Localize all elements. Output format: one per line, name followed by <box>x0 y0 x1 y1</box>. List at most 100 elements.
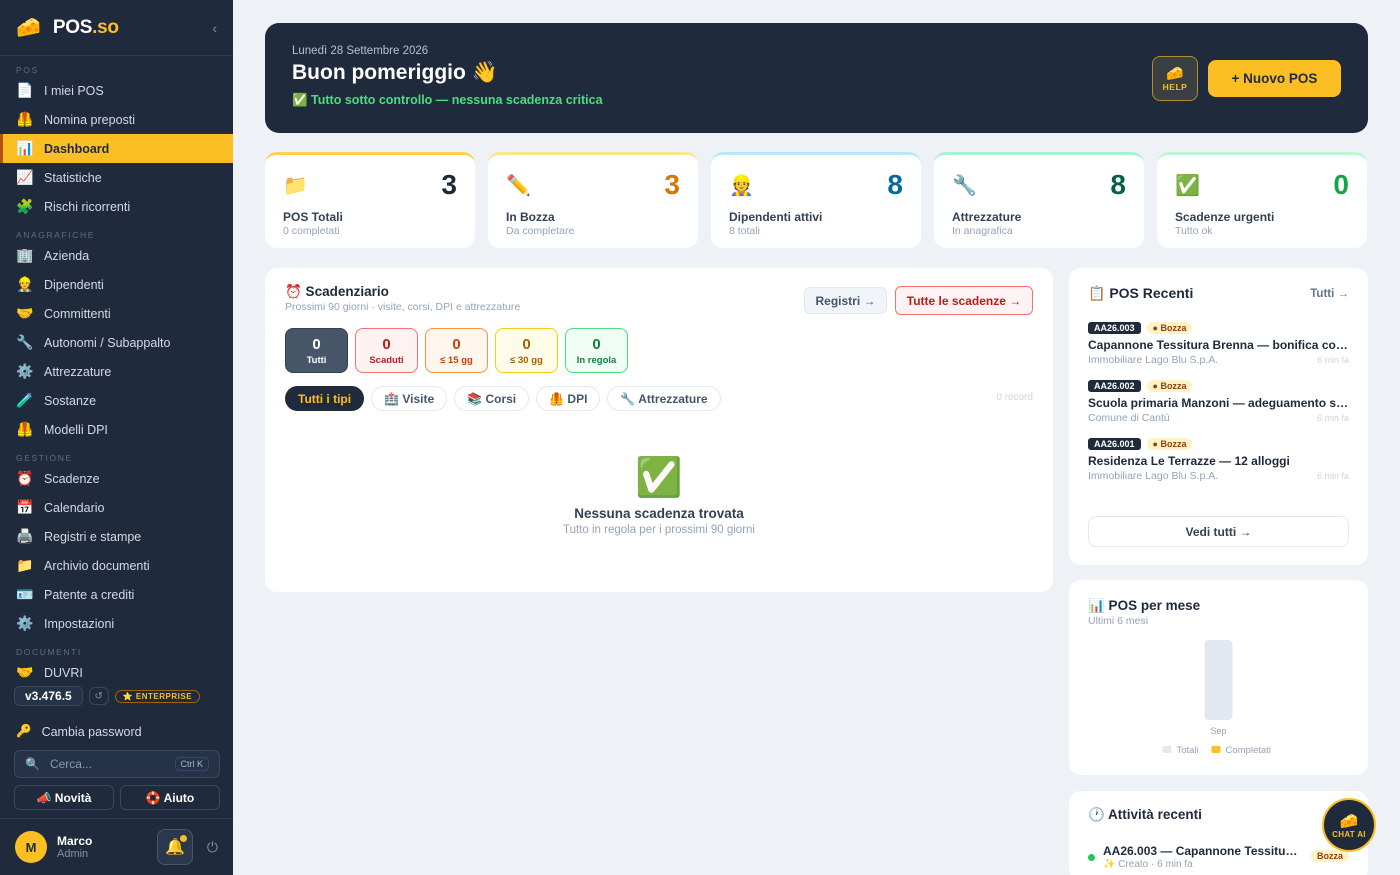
pos-per-month-chart: Sep Totali Completati <box>1162 640 1271 756</box>
notifications-button[interactable]: 🔔 <box>156 829 193 865</box>
brand-header: 🧀 POS.so ‹ <box>0 0 233 56</box>
sidebar-item-rischi-ricorrenti[interactable]: 🧩 Rischi ricorrenti <box>0 192 233 221</box>
check-icon: ✅ <box>635 457 683 499</box>
sidebar-item-dipendenti[interactable]: 👷 Dipendenti <box>0 270 233 299</box>
stat-icon: 🔧 <box>952 175 977 197</box>
recent-item-time: 6 min fa <box>1316 413 1349 423</box>
help-button[interactable]: 🛟 Aiuto <box>120 785 220 810</box>
recent-list: AA26.003 ● Bozza Capannone Tessitura Brenn… <box>1088 322 1349 482</box>
type-chip[interactable]: 🦺 DPI <box>536 386 601 411</box>
sidebar-item-dashboard[interactable]: 📊 Dashboard <box>0 134 233 163</box>
status-badge: ● Bozza <box>1146 380 1193 392</box>
legend-label-totali: Totali <box>1177 745 1199 756</box>
logout-icon[interactable]: ⏻ <box>207 839 218 856</box>
stat-value: 0 <box>1333 169 1349 200</box>
pos-per-month-card: 📊 POS per mese Ultimi 6 mesi Sep Totali Co… <box>1069 580 1368 775</box>
all-deadlines-button[interactable]: Tutte le scadenze → <box>895 286 1033 315</box>
stat-card[interactable]: ✏️ 3 In Bozza Da completare <box>488 152 698 248</box>
recent-pos-item[interactable]: AA26.003 ● Bozza Capannone Tessitura Brenn… <box>1088 322 1349 366</box>
news-button[interactable]: 📣 Novità <box>14 785 114 810</box>
status-badge: ● Bozza <box>1146 322 1193 334</box>
recent-item-client: Immobiliare Lago Blu S.p.A. <box>1088 354 1219 366</box>
pos-code-badge: AA26.001 <box>1088 438 1141 450</box>
new-pos-button[interactable]: + Nuovo POS <box>1208 60 1341 97</box>
registri-e-stampe-icon: 🖨️ <box>16 528 34 544</box>
stat-card[interactable]: 📁 3 POS Totali 0 completati <box>265 152 475 248</box>
stat-value: 8 <box>1110 169 1126 200</box>
sidebar-item-nomina-preposti[interactable]: 🦺 Nomina preposti <box>0 105 233 134</box>
user-role: Admin <box>57 848 89 860</box>
status-badge: ● Bozza <box>1146 438 1193 450</box>
change-password-link[interactable]: 🔑 Cambia password <box>16 724 142 739</box>
stat-icon: 👷 <box>729 175 754 197</box>
sidebar-item-azienda[interactable]: 🏢 Azienda <box>0 241 233 270</box>
brand-name[interactable]: POS.so <box>53 17 119 39</box>
sidebar-item-impostazioni[interactable]: ⚙️ Impostazioni <box>0 609 233 638</box>
sidebar-item-modelli-dpi[interactable]: 🦺 Modelli DPI <box>0 415 233 444</box>
registri-button[interactable]: Registri → <box>804 287 887 314</box>
recent-pos-item[interactable]: AA26.002 ● Bozza Scuola primaria Manzoni —… <box>1088 380 1349 424</box>
filter-button[interactable]: 0 Scaduti <box>355 328 418 373</box>
stat-card[interactable]: 🔧 8 Attrezzature In anagrafica <box>934 152 1144 248</box>
stat-card[interactable]: ✅ 0 Scadenze urgenti Tutto ok <box>1157 152 1367 248</box>
recent-pos-item[interactable]: AA26.001 ● Bozza Residenza Le Terrazze — 1… <box>1088 438 1349 482</box>
recent-tags: AA26.003 ● Bozza <box>1088 322 1349 334</box>
type-chip[interactable]: Tutti i tipi <box>285 386 365 411</box>
type-chip[interactable]: 🔧 Attrezzature <box>607 386 721 411</box>
recent-item-time: 6 min fa <box>1316 471 1349 481</box>
recent-item-title: Scuola primaria Manzoni — adeguamento si… <box>1088 396 1349 410</box>
sidebar-item-calendario[interactable]: 📅 Calendario <box>0 493 233 522</box>
filter-button[interactable]: 0 In regola <box>565 328 628 373</box>
enterprise-badge: ⭐ ENTERPRISE <box>114 689 201 703</box>
empty-title: Nessuna scadenza trovata <box>574 506 744 521</box>
legend-swatch-completati <box>1211 746 1221 753</box>
activity-item[interactable]: AA26.003 — Capannone Tessitura Brenna ✨ … <box>1088 844 1349 870</box>
sidebar-item-archivio-documenti[interactable]: 📁 Archivio documenti <box>0 551 233 580</box>
stat-label: In Bozza <box>506 210 555 224</box>
filter-button[interactable]: 0 ≤ 15 gg <box>425 328 488 373</box>
sidebar-item-sostanze[interactable]: 🧪 Sostanze <box>0 386 233 415</box>
help-button-hero[interactable]: 🧀 HELP <box>1152 56 1198 101</box>
sidebar-item-scadenze[interactable]: ⏰ Scadenze <box>0 464 233 493</box>
collapse-sidebar-icon[interactable]: ‹ <box>212 20 217 36</box>
sidebar-item-patente-a-crediti[interactable]: 🪪 Patente a crediti <box>0 580 233 609</box>
filter-button[interactable]: 0 Tutti <box>285 328 348 373</box>
type-chip[interactable]: 🏥 Visite <box>371 386 448 411</box>
nomina-preposti-icon: 🦺 <box>16 111 34 127</box>
legend-swatch-totali <box>1162 746 1172 753</box>
recent-item-client: Comune di Cantù <box>1088 412 1170 424</box>
change-password-label: Cambia password <box>41 724 142 739</box>
recent-pos-card: 📋 POS Recenti Tutti → AA26.003 ● Bozza Cap… <box>1069 268 1368 565</box>
sidebar-item-autonomi-subappalto[interactable]: 🔧 Autonomi / Subappalto <box>0 328 233 357</box>
sidebar-item-duvri[interactable]: 🤝 DUVRI <box>0 658 233 687</box>
nav-section-label: ANAGRAFICHE <box>16 230 95 240</box>
view-all-button[interactable]: Vedi tutti → <box>1088 516 1349 547</box>
user-name: Marco <box>57 834 93 848</box>
sidebar-item-attrezzature[interactable]: ⚙️ Attrezzature <box>0 357 233 386</box>
refresh-icon[interactable]: ↺ <box>88 687 109 705</box>
chat-ai-button[interactable]: 🧀 CHAT AI <box>1322 798 1376 852</box>
chart-subtitle: Ultimi 6 mesi <box>1088 615 1149 627</box>
impostazioni-icon: ⚙️ <box>16 615 34 631</box>
type-chip[interactable]: 📚 Corsi <box>454 386 530 411</box>
search-placeholder: Cerca... <box>49 757 92 771</box>
sidebar-item-statistiche[interactable]: 📈 Statistiche <box>0 163 233 192</box>
rischi-ricorrenti-icon: 🧩 <box>16 198 34 214</box>
recent-item-title: Capannone Tessitura Brenna — bonifica co… <box>1088 338 1349 352</box>
sidebar-item-label: Patente a crediti <box>44 587 135 602</box>
search-shortcut: Ctrl K <box>174 757 209 771</box>
search-input[interactable]: 🔍 Cerca... Ctrl K <box>14 750 220 778</box>
filter-count: 0 <box>382 335 391 353</box>
sidebar-item-committenti[interactable]: 🤝 Committenti <box>0 299 233 328</box>
sidebar-item-label: Statistiche <box>44 170 102 185</box>
recent-all-link[interactable]: Tutti → <box>1310 288 1349 300</box>
avatar[interactable]: M <box>15 831 47 863</box>
welcome-banner: Lunedì 28 Settembre 2026 Buon pomeriggio… <box>265 23 1368 133</box>
filter-label: ≤ 15 gg <box>440 354 473 366</box>
statistiche-icon: 📈 <box>16 169 34 185</box>
user-panel: M Marco Admin 🔔 ⏻ <box>0 818 233 875</box>
sidebar-item-i-miei-pos[interactable]: 📄 I miei POS <box>0 76 233 105</box>
filter-button[interactable]: 0 ≤ 30 gg <box>495 328 558 373</box>
stat-card[interactable]: 👷 8 Dipendenti attivi 8 totali <box>711 152 921 248</box>
sidebar-item-registri-e-stampe[interactable]: 🖨️ Registri e stampe <box>0 522 233 551</box>
